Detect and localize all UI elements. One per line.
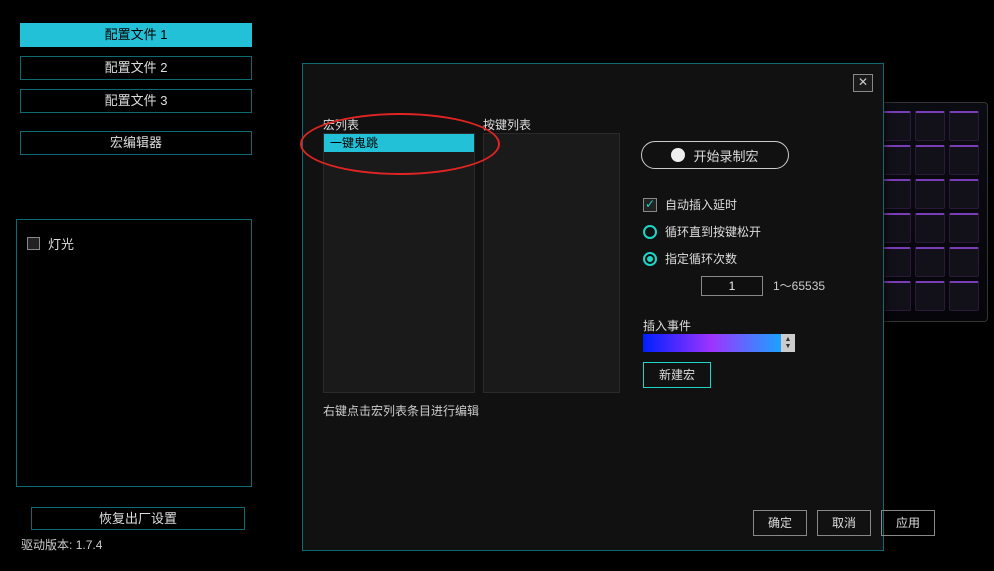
loop-count-label: 指定循环次数 (665, 250, 737, 267)
macro-dialog: ✕ 宏列表 按键列表 一键鬼跳 右键点击宏列表条目进行编辑 开始录制宏 自动插入… (302, 63, 884, 551)
auto-delay-checkbox[interactable] (643, 198, 657, 212)
macro-editor-button[interactable]: 宏编辑器 (20, 131, 252, 155)
insert-event-label: 插入事件 (643, 317, 691, 334)
dialog-buttons: 确定 取消 应用 (753, 510, 935, 536)
macro-list-label: 宏列表 (323, 116, 359, 133)
close-icon: ✕ (858, 75, 868, 89)
profile-3-button[interactable]: 配置文件 3 (20, 89, 252, 113)
loop-count-input[interactable]: 1 (701, 276, 763, 296)
sidebar: 配置文件 1 配置文件 2 配置文件 3 宏编辑器 (20, 23, 252, 155)
stepper-arrows-icon: ▲▼ (781, 334, 795, 352)
loop-until-release-label: 循环直到按键松开 (665, 223, 761, 240)
start-record-label: 开始录制宏 (693, 146, 758, 165)
record-icon (671, 148, 685, 162)
new-macro-button[interactable]: 新建宏 (643, 362, 711, 388)
macro-edit-hint: 右键点击宏列表条目进行编辑 (323, 402, 479, 419)
cancel-button[interactable]: 取消 (817, 510, 871, 536)
auto-delay-label: 自动插入延时 (665, 196, 737, 213)
loop-count-range: 1～65535 (773, 277, 825, 294)
key-list[interactable] (483, 133, 620, 393)
lighting-checkbox[interactable] (27, 237, 40, 250)
macro-list-item[interactable]: 一键鬼跳 (324, 134, 474, 152)
restore-defaults-button[interactable]: 恢复出厂设置 (31, 507, 245, 530)
profile-2-button[interactable]: 配置文件 2 (20, 56, 252, 80)
ok-button[interactable]: 确定 (753, 510, 807, 536)
loop-count-radio[interactable] (643, 252, 657, 266)
loop-until-release-radio[interactable] (643, 225, 657, 239)
macro-list[interactable]: 一键鬼跳 (323, 133, 475, 393)
driver-version-value: 1.7.4 (76, 538, 103, 552)
insert-event-select[interactable]: ▲▼ (643, 334, 795, 352)
lighting-panel: 灯光 (16, 219, 252, 487)
close-button[interactable]: ✕ (853, 74, 873, 92)
driver-version: 驱动版本: 1.7.4 (21, 536, 102, 553)
apply-button[interactable]: 应用 (881, 510, 935, 536)
lighting-label: 灯光 (48, 234, 74, 253)
profile-1-button[interactable]: 配置文件 1 (20, 23, 252, 47)
driver-version-label: 驱动版本: (21, 538, 72, 552)
key-list-label: 按键列表 (483, 116, 531, 133)
start-record-button[interactable]: 开始录制宏 (641, 141, 789, 169)
